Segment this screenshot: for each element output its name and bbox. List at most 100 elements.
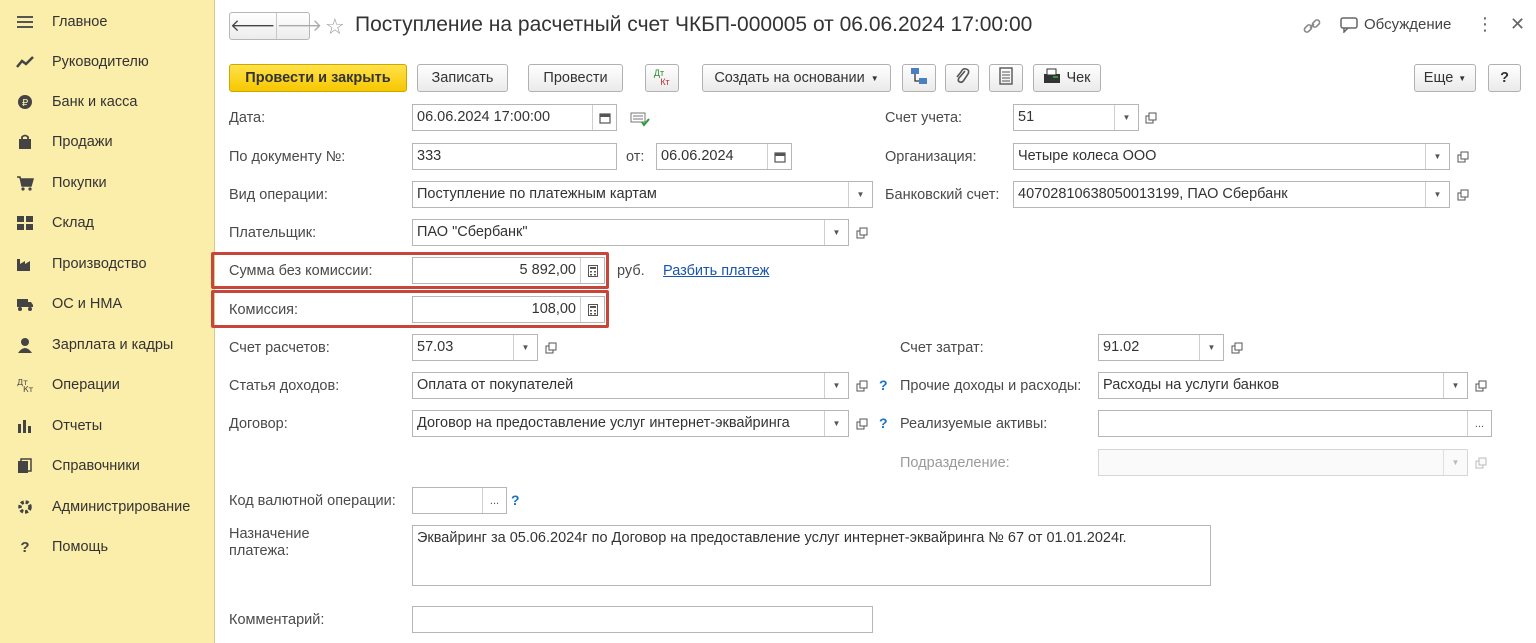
chevron-down-icon[interactable]: ▼ xyxy=(1199,335,1223,360)
open-bank-account-icon[interactable] xyxy=(1452,182,1474,207)
purpose-value: Эквайринг за 05.06.2024г по Договор на п… xyxy=(417,530,1127,546)
account-select[interactable]: 51 ▼ xyxy=(1013,104,1139,131)
discussion-icon[interactable] xyxy=(1340,17,1358,37)
purpose-textarea[interactable]: Эквайринг за 05.06.2024г по Договор на п… xyxy=(412,525,1211,586)
organization-select[interactable]: Четыре колеса ООО ▼ xyxy=(1013,143,1450,170)
open-organization-icon[interactable] xyxy=(1452,144,1474,169)
doc-date-value: 06.06.2024 xyxy=(661,148,734,164)
sidebar-item-salary[interactable]: Зарплата и кадры xyxy=(0,328,214,362)
post-button[interactable]: Провести xyxy=(528,64,623,92)
more-vertical-icon[interactable]: ⋮ xyxy=(1476,14,1494,35)
question-icon: ? xyxy=(20,538,30,556)
person-icon xyxy=(16,336,34,354)
more-button[interactable]: Еще ▼ xyxy=(1414,64,1476,92)
income-item-help-icon[interactable]: ? xyxy=(879,377,888,393)
commission-field[interactable]: 108,00 xyxy=(412,296,605,323)
doc-date-field[interactable]: 06.06.2024 xyxy=(656,143,792,170)
select-ellipsis-button[interactable]: ... xyxy=(482,488,506,513)
post-and-close-button[interactable]: Провести и закрыть xyxy=(229,64,407,92)
sidebar-item-purchases[interactable]: Покупки xyxy=(0,166,214,200)
date-value: 06.06.2024 17:00:00 xyxy=(417,109,551,125)
dt-kt-button[interactable]: Дт Кт xyxy=(645,64,679,92)
comment-field[interactable] xyxy=(412,606,873,633)
sidebar-item-production[interactable]: Производство xyxy=(0,247,214,281)
cost-account-select[interactable]: 91.02 ▼ xyxy=(1098,334,1224,361)
open-cost-account-icon[interactable] xyxy=(1226,335,1248,360)
attach-button[interactable] xyxy=(945,64,979,92)
favorite-star-icon[interactable]: ☆ xyxy=(325,14,345,40)
chevron-down-icon[interactable]: ▼ xyxy=(824,373,848,398)
chevron-down-icon[interactable]: ▼ xyxy=(1114,105,1138,130)
open-other-income-expense-icon[interactable] xyxy=(1470,373,1492,398)
settlement-account-select[interactable]: 57.03 ▼ xyxy=(412,334,538,361)
cash-register-icon xyxy=(1043,68,1061,88)
split-payment-link[interactable]: Разбить платеж xyxy=(663,263,769,279)
save-button[interactable]: Записать xyxy=(417,64,508,92)
time-status-icon[interactable] xyxy=(630,111,650,131)
sidebar-item-admin[interactable]: Администрирование xyxy=(0,490,214,524)
calendar-icon[interactable] xyxy=(767,144,791,169)
doc-date-label: от: xyxy=(626,149,645,165)
sidebar-item-main[interactable]: Главное xyxy=(0,5,214,39)
back-button[interactable]: 🡐 xyxy=(230,13,276,39)
contract-help-icon[interactable]: ? xyxy=(879,415,888,431)
select-ellipsis-button[interactable]: ... xyxy=(1467,411,1491,436)
sidebar-item-label: Помощь xyxy=(52,539,109,555)
sidebar-item-reports[interactable]: Отчеты xyxy=(0,409,214,443)
sidebar-item-bank[interactable]: ₽ Банк и касса xyxy=(0,85,214,119)
open-payer-icon[interactable] xyxy=(851,220,873,245)
sidebar-item-manager[interactable]: Руководителю xyxy=(0,45,214,79)
calculator-icon[interactable] xyxy=(580,297,604,322)
sidebar-item-label: Отчеты xyxy=(52,418,103,434)
sidebar-item-fixed-assets[interactable]: ОС и НМА xyxy=(0,287,214,321)
receipt-button[interactable]: Чек xyxy=(1033,64,1101,92)
open-settlement-account-icon[interactable] xyxy=(540,335,562,360)
warehouse-icon xyxy=(16,214,34,232)
bank-account-select[interactable]: 40702810638050013199, ПАО Сбербанк ▼ xyxy=(1013,181,1450,208)
realized-assets-field[interactable]: ... xyxy=(1098,410,1492,437)
income-item-select[interactable]: Оплата от покупателей ▼ xyxy=(412,372,849,399)
payer-select[interactable]: ПАО "Сбербанк" ▼ xyxy=(412,219,849,246)
doc-number-value: 333 xyxy=(417,148,442,164)
receipt-label: Чек xyxy=(1066,70,1091,86)
open-income-item-icon[interactable] xyxy=(851,373,873,398)
bar-chart-icon xyxy=(16,417,34,435)
print-button[interactable] xyxy=(989,64,1023,92)
sidebar-item-operations[interactable]: Дт Кт Операции xyxy=(0,368,214,402)
discussion-button[interactable]: Обсуждение xyxy=(1364,16,1451,33)
close-icon[interactable]: ✕ xyxy=(1510,14,1525,35)
amount-field[interactable]: 5 892,00 xyxy=(412,257,605,284)
structure-button[interactable] xyxy=(902,64,936,92)
chevron-down-icon[interactable]: ▼ xyxy=(513,335,537,360)
operation-type-value: Поступление по платежным картам xyxy=(417,186,657,202)
chevron-down-icon[interactable]: ▼ xyxy=(1425,182,1449,207)
calculator-icon[interactable] xyxy=(580,258,604,283)
currency-op-code-field[interactable]: ... xyxy=(412,487,507,514)
chevron-down-icon[interactable]: ▼ xyxy=(1443,373,1467,398)
open-account-icon[interactable] xyxy=(1140,105,1162,130)
contract-select[interactable]: Договор на предоставление услуг интернет… xyxy=(412,410,849,437)
doc-number-field[interactable]: 333 xyxy=(412,143,617,170)
date-field[interactable]: 06.06.2024 17:00:00 xyxy=(412,104,617,131)
realized-assets-label: Реализуемые активы: xyxy=(900,416,1048,432)
forward-button[interactable]: 🡒 xyxy=(275,13,322,39)
sidebar-item-catalogs[interactable]: Справочники xyxy=(0,449,214,483)
sidebar-item-help[interactable]: ? Помощь xyxy=(0,530,214,564)
chevron-down-icon[interactable]: ▼ xyxy=(824,411,848,436)
sidebar-item-label: Операции xyxy=(52,377,120,393)
create-based-on-button[interactable]: Создать на основании ▼ xyxy=(702,64,891,92)
link-icon[interactable] xyxy=(1302,17,1322,39)
other-income-expense-select[interactable]: Расходы на услуги банков ▼ xyxy=(1098,372,1468,399)
chevron-down-icon[interactable]: ▼ xyxy=(848,182,872,207)
help-button[interactable]: ? xyxy=(1488,64,1521,92)
chevron-down-icon[interactable]: ▼ xyxy=(1425,144,1449,169)
calendar-icon[interactable] xyxy=(592,105,616,130)
currency-op-code-help-icon[interactable]: ? xyxy=(511,492,520,508)
sidebar-item-sales[interactable]: Продажи xyxy=(0,125,214,159)
operation-type-select[interactable]: Поступление по платежным картам ▼ xyxy=(412,181,873,208)
open-contract-icon[interactable] xyxy=(851,411,873,436)
sidebar-item-label: ОС и НМА xyxy=(52,296,123,312)
sidebar-item-warehouse[interactable]: Склад xyxy=(0,206,214,240)
payer-value: ПАО "Сбербанк" xyxy=(417,224,528,240)
chevron-down-icon[interactable]: ▼ xyxy=(824,220,848,245)
